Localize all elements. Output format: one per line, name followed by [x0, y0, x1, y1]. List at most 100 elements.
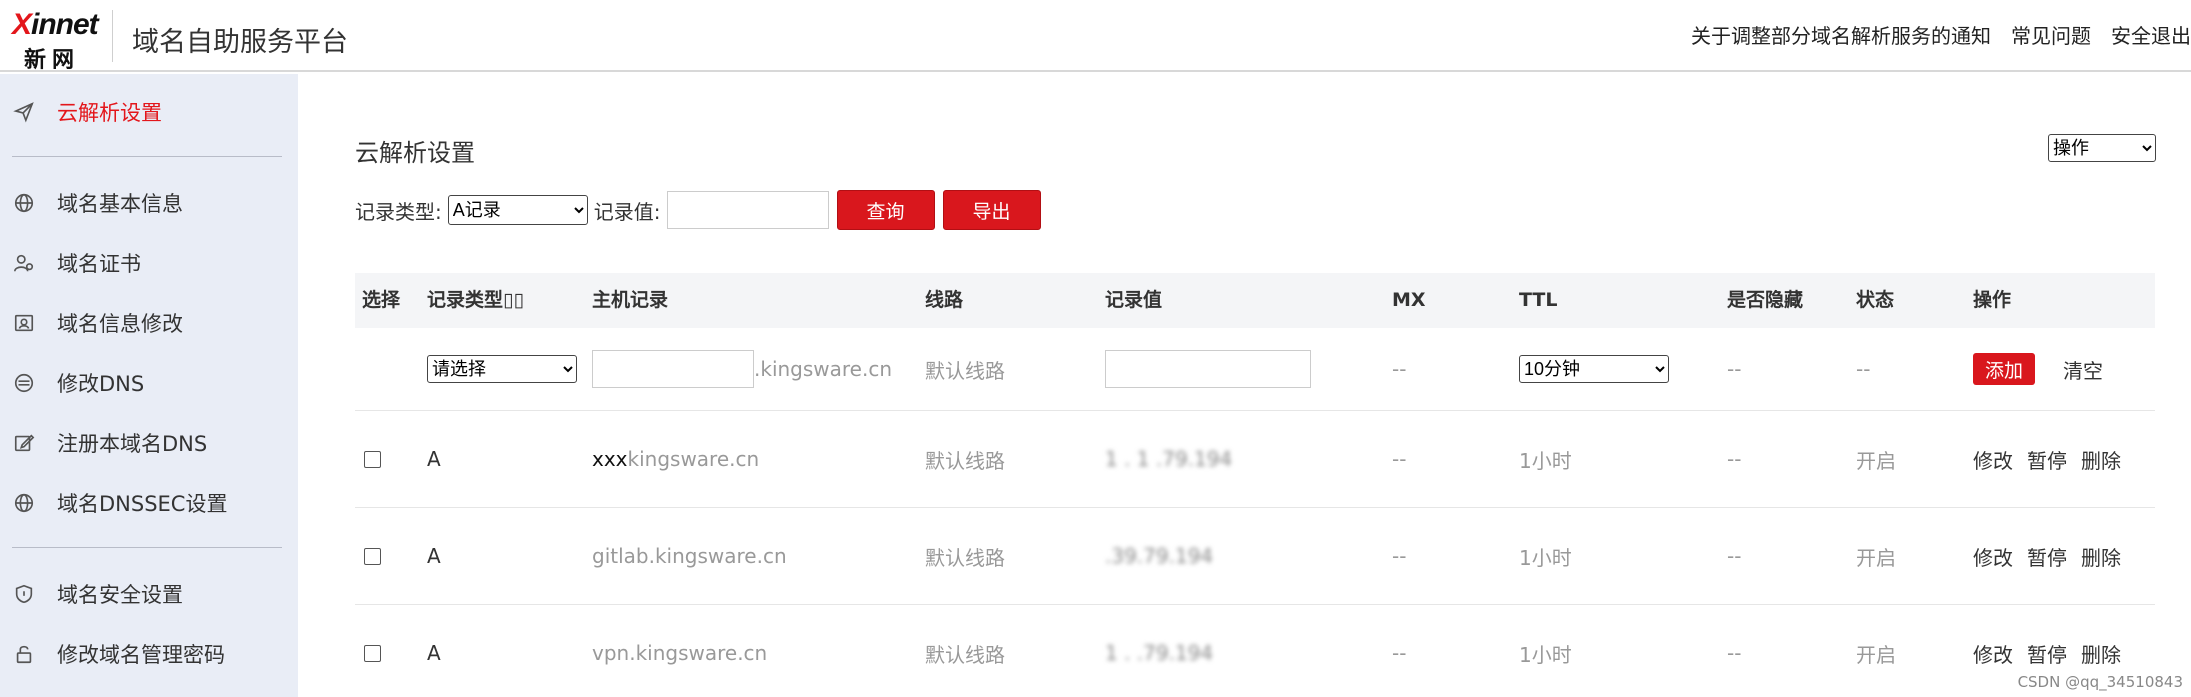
row-line: 默认线路 — [925, 448, 1005, 473]
sidebar-item-domain-info[interactable]: 域名基本信息 — [0, 183, 298, 223]
row-type: A — [427, 447, 441, 471]
row-hidden: -- — [1727, 641, 1742, 665]
globe-icon — [12, 491, 36, 515]
col-status: 状态 — [1856, 289, 1895, 311]
sidebar-item-register-dns[interactable]: 注册本域名DNS — [0, 423, 298, 463]
record-type-select[interactable]: A记录 — [447, 195, 588, 225]
filter-bar: 记录类型: A记录 记录值: 查询 导出 — [355, 190, 1041, 230]
col-line: 线路 — [925, 289, 964, 311]
row-checkbox[interactable] — [364, 450, 381, 468]
pause-link[interactable]: 暂停 — [2027, 445, 2067, 474]
row-mx: -- — [1392, 447, 1407, 471]
header-divider — [112, 10, 113, 62]
sidebar: 云解析设置 域名基本信息 域名证书 域名信息修改 修改DNS 注册本域名DNS — [0, 74, 298, 697]
sidebar-item-dnssec[interactable]: 域名DNSSEC设置 — [0, 483, 298, 523]
add-record-button[interactable]: 添加 — [1973, 353, 2035, 385]
pause-link[interactable]: 暂停 — [2027, 639, 2067, 668]
row-hidden: -- — [1727, 544, 1742, 568]
row-host: vpn.kingsware.cn — [592, 605, 767, 697]
header-links: 关于调整部分域名解析服务的通知 常见问题 安全退出 — [1671, 20, 2191, 49]
top-header: Xinnet 新网 域名自助服务平台 关于调整部分域名解析服务的通知 常见问题 … — [0, 0, 2191, 73]
xinnet-logo[interactable]: Xinnet 新网 — [12, 8, 100, 73]
lock-icon — [12, 642, 36, 666]
sidebar-item-label: 修改域名管理密码 — [57, 643, 225, 667]
shield-icon — [12, 582, 36, 606]
pause-link[interactable]: 暂停 — [2027, 542, 2067, 571]
col-record-value: 记录值 — [1105, 289, 1163, 311]
csdn-watermark: CSDN @qq_34510843 — [2017, 673, 2183, 691]
id-card-icon — [12, 311, 36, 335]
row-checkbox-cell — [364, 411, 381, 507]
add-actions-cell: 添加 清空 — [1973, 328, 2103, 410]
row-line: 默认线路 — [925, 642, 1005, 667]
sidebar-item-certificate[interactable]: 域名证书 — [0, 243, 298, 283]
row-ttl: 1小时 — [1519, 448, 1572, 473]
row-type: A — [427, 641, 441, 665]
sidebar-item-label: 域名基本信息 — [57, 192, 183, 216]
row-type: A — [427, 544, 441, 568]
sidebar-item-label: 云解析设置 — [57, 101, 162, 125]
row-checkbox[interactable] — [364, 547, 381, 565]
col-select: 选择 — [362, 289, 401, 311]
user-certificate-icon — [12, 251, 36, 275]
query-button[interactable]: 查询 — [836, 190, 935, 230]
row-checkbox-cell — [364, 508, 381, 604]
sidebar-item-label: 域名信息修改 — [57, 312, 183, 336]
record-value-input[interactable] — [666, 191, 829, 229]
sidebar-item-modify-dns[interactable]: 修改DNS — [0, 363, 298, 403]
host-record-input[interactable] — [592, 350, 754, 388]
row-status: 开启 — [1856, 642, 1896, 667]
delete-link[interactable]: 删除 — [2081, 542, 2121, 571]
add-status-cell: -- — [1856, 357, 1871, 381]
edit-link[interactable]: 修改 — [1973, 639, 2013, 668]
row-host: xxx kingsware.cn — [592, 411, 759, 507]
col-record-type[interactable]: 记录类型▯▯ — [427, 273, 524, 328]
sidebar-divider — [12, 156, 282, 157]
host-name: vpn.kingsware.cn — [592, 641, 768, 665]
page-title: 云解析设置 — [355, 139, 475, 167]
faq-link[interactable]: 常见问题 — [2011, 20, 2091, 49]
platform-title: 域名自助服务平台 — [132, 27, 348, 58]
paper-plane-icon — [12, 100, 36, 124]
operation-select[interactable]: 操作 — [2048, 134, 2156, 162]
row-host: gitlab.kingsware.cn — [592, 508, 787, 604]
host-name: gitlab.kingsware.cn — [592, 544, 787, 568]
edit-icon — [12, 431, 36, 455]
clear-button[interactable]: 清空 — [2063, 355, 2103, 384]
notice-link[interactable]: 关于调整部分域名解析服务的通知 — [1691, 20, 1991, 49]
sidebar-item-label: 域名安全设置 — [57, 583, 183, 607]
sidebar-item-label: 注册本域名DNS — [57, 432, 208, 456]
host-name: kingsware.cn — [627, 447, 760, 471]
edit-link[interactable]: 修改 — [1973, 542, 2013, 571]
row-line: 默认线路 — [925, 545, 1005, 570]
add-value-cell — [1105, 328, 1311, 410]
sidebar-item-label: 域名证书 — [57, 252, 141, 276]
sidebar-item-dns-settings[interactable]: 云解析设置 — [0, 92, 298, 132]
row-mx: -- — [1392, 544, 1407, 568]
ttl-select[interactable]: 10分钟 — [1519, 355, 1669, 383]
row-actions: 修改 暂停 删除 — [1973, 411, 2135, 507]
sidebar-item-label: 修改DNS — [57, 372, 145, 396]
sidebar-item-domain-info-edit[interactable]: 域名信息修改 — [0, 303, 298, 343]
edit-link[interactable]: 修改 — [1973, 445, 2013, 474]
col-hidden: 是否隐藏 — [1727, 289, 1804, 311]
row-value: .39.79.194 — [1105, 544, 1214, 568]
record-value-field[interactable] — [1105, 350, 1311, 388]
export-button[interactable]: 导出 — [942, 190, 1041, 230]
delete-link[interactable]: 删除 — [2081, 639, 2121, 668]
sidebar-item-password[interactable]: 修改域名管理密码 — [0, 634, 298, 674]
logo-chinese-name: 新网 — [24, 48, 81, 73]
add-ttl-cell: 10分钟 — [1519, 328, 1669, 410]
logout-link[interactable]: 安全退出 — [2111, 20, 2191, 49]
add-hidden-cell: -- — [1727, 357, 1742, 381]
row-checkbox[interactable] — [364, 644, 381, 662]
row-ttl: 1小时 — [1519, 642, 1572, 667]
delete-link[interactable]: 删除 — [2081, 445, 2121, 474]
row-value: 1 . .79.194 — [1105, 641, 1214, 665]
row-mx: -- — [1392, 641, 1407, 665]
sidebar-item-security[interactable]: 域名安全设置 — [0, 574, 298, 614]
add-record-type-select[interactable]: 请选择 — [427, 355, 577, 383]
logo-brand: Xinnet — [12, 8, 99, 41]
row-checkbox-cell — [364, 605, 381, 697]
row-ttl: 1小时 — [1519, 545, 1572, 570]
